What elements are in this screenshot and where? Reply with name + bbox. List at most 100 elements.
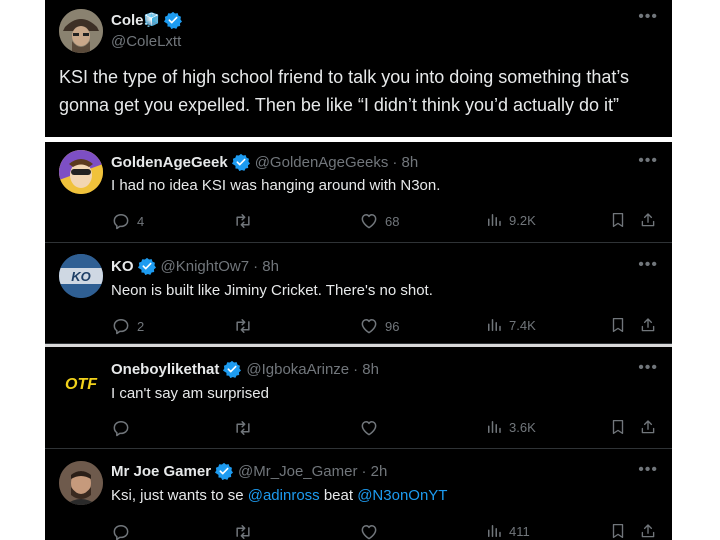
more-icon[interactable]: ••• bbox=[638, 256, 658, 274]
user-handle[interactable]: @GoldenAgeGeeks bbox=[255, 154, 389, 171]
timestamp[interactable]: · 8h bbox=[353, 361, 379, 378]
bookmark-icon bbox=[609, 522, 627, 540]
views-icon bbox=[485, 211, 503, 229]
like-button[interactable]: 68 bbox=[359, 211, 399, 231]
reply-tweet[interactable]: GoldenAgeGeek @GoldenAgeGeeks · 8h ••• I… bbox=[45, 142, 672, 243]
reply-text: I had no idea KSI was hanging around wit… bbox=[111, 177, 441, 194]
bookmark-button[interactable] bbox=[609, 211, 627, 229]
reply-button[interactable] bbox=[111, 418, 137, 438]
verified-badge-icon bbox=[215, 462, 233, 480]
views-button[interactable]: 9.2K bbox=[485, 211, 536, 229]
share-button[interactable] bbox=[639, 418, 657, 436]
tweet-text-line-1: KSI the type of high school friend to ta… bbox=[59, 67, 630, 87]
reply-icon bbox=[111, 316, 131, 336]
reply-icon bbox=[111, 211, 131, 231]
more-icon[interactable]: ••• bbox=[638, 8, 658, 26]
svg-text:KO: KO bbox=[71, 269, 91, 284]
mention-link[interactable]: @N3onOnYT bbox=[357, 487, 447, 504]
user-handle[interactable]: @ColeLxtt bbox=[111, 33, 181, 50]
timestamp[interactable]: · 8h bbox=[392, 154, 418, 171]
retweet-button[interactable] bbox=[233, 211, 259, 231]
reply-text: Neon is built like Jiminy Cricket. There… bbox=[111, 282, 433, 299]
bookmark-icon bbox=[609, 418, 627, 436]
bookmark-icon bbox=[609, 316, 627, 334]
display-name[interactable]: Cole bbox=[111, 12, 144, 29]
share-button[interactable] bbox=[639, 316, 657, 334]
verified-badge-icon bbox=[164, 11, 182, 29]
views-icon bbox=[485, 522, 503, 540]
reply-text-part: Ksi, just wants to se bbox=[111, 487, 248, 504]
bookmark-button[interactable] bbox=[609, 418, 627, 436]
share-icon bbox=[639, 522, 657, 540]
more-icon[interactable]: ••• bbox=[638, 359, 658, 377]
display-name[interactable]: GoldenAgeGeek bbox=[111, 154, 228, 171]
like-icon bbox=[359, 522, 379, 540]
display-name[interactable]: Mr Joe Gamer bbox=[111, 463, 211, 480]
action-bar: 3.6K bbox=[111, 418, 672, 438]
verified-badge-icon bbox=[138, 257, 156, 275]
user-handle[interactable]: @KnightOw7 bbox=[161, 258, 250, 275]
user-handle[interactable]: @IgbokaArinze bbox=[246, 361, 349, 378]
main-tweet-header: Cole 🧊 bbox=[111, 11, 182, 29]
like-icon bbox=[359, 316, 379, 336]
like-button[interactable]: 96 bbox=[359, 316, 399, 336]
reply-icon bbox=[111, 418, 131, 438]
avatar[interactable] bbox=[59, 9, 103, 53]
action-bar: 4 68 9.2K bbox=[111, 211, 672, 231]
more-icon[interactable]: ••• bbox=[638, 461, 658, 479]
name-emoji: 🧊 bbox=[143, 12, 160, 27]
reply-tweet[interactable]: OTF Oneboylikethat @IgbokaArinze · 8h ••… bbox=[45, 347, 672, 449]
like-button[interactable] bbox=[359, 418, 385, 438]
tweet-text-line-2: gonna get you expelled. Then be like “I … bbox=[59, 95, 620, 115]
reply-text: Ksi, just wants to se @adinross beat @N3… bbox=[111, 487, 447, 504]
avatar[interactable]: OTF bbox=[59, 359, 103, 403]
share-button[interactable] bbox=[639, 522, 657, 540]
mention-link[interactable]: @adinross bbox=[248, 487, 320, 504]
reply-button[interactable]: 2 bbox=[111, 316, 144, 336]
like-button[interactable] bbox=[359, 522, 385, 540]
bookmark-button[interactable] bbox=[609, 316, 627, 334]
retweet-button[interactable] bbox=[233, 316, 259, 336]
retweet-icon bbox=[233, 522, 253, 540]
views-icon bbox=[485, 316, 503, 334]
verified-badge-icon bbox=[223, 360, 241, 378]
avatar[interactable]: KO bbox=[59, 254, 103, 298]
display-name[interactable]: Oneboylikethat bbox=[111, 361, 219, 378]
share-icon bbox=[639, 211, 657, 229]
reply-tweet[interactable]: KO KO @KnightOw7 · 8h ••• Neon is built … bbox=[45, 243, 672, 344]
reply-text: I can't say am surprised bbox=[111, 385, 269, 402]
retweet-button[interactable] bbox=[233, 522, 259, 540]
timestamp[interactable]: · 8h bbox=[253, 258, 279, 275]
action-bar: 2 96 7.4K bbox=[111, 316, 672, 336]
share-icon bbox=[639, 316, 657, 334]
reply-button[interactable]: 4 bbox=[111, 211, 144, 231]
views-icon bbox=[485, 418, 503, 436]
views-button[interactable]: 7.4K bbox=[485, 316, 536, 334]
avatar[interactable] bbox=[59, 461, 103, 505]
reply-text-part: beat bbox=[319, 487, 358, 504]
share-button[interactable] bbox=[639, 211, 657, 229]
retweet-button[interactable] bbox=[233, 418, 259, 438]
like-icon bbox=[359, 211, 379, 231]
retweet-icon bbox=[233, 211, 253, 231]
tweet-thread: Cole 🧊 @ColeLxtt ••• KSI the type of hig… bbox=[45, 0, 672, 540]
views-button[interactable]: 3.6K bbox=[485, 418, 536, 436]
user-handle[interactable]: @Mr_Joe_Gamer bbox=[238, 463, 357, 480]
views-button[interactable]: 411 bbox=[485, 522, 530, 540]
avatar[interactable] bbox=[59, 150, 103, 194]
main-tweet[interactable]: Cole 🧊 @ColeLxtt ••• KSI the type of hig… bbox=[45, 0, 672, 137]
reply-icon bbox=[111, 522, 131, 540]
bookmark-button[interactable] bbox=[609, 522, 627, 540]
svg-text:OTF: OTF bbox=[65, 376, 98, 393]
action-bar: 411 bbox=[111, 522, 672, 540]
share-icon bbox=[639, 418, 657, 436]
more-icon[interactable]: ••• bbox=[638, 152, 658, 170]
retweet-icon bbox=[233, 316, 253, 336]
verified-badge-icon bbox=[232, 153, 250, 171]
bookmark-icon bbox=[609, 211, 627, 229]
reply-button[interactable] bbox=[111, 522, 137, 540]
display-name[interactable]: KO bbox=[111, 258, 134, 275]
timestamp[interactable]: · 2h bbox=[361, 463, 387, 480]
reply-tweet[interactable]: Mr Joe Gamer @Mr_Joe_Gamer · 2h ••• Ksi,… bbox=[45, 449, 672, 540]
like-icon bbox=[359, 418, 379, 438]
